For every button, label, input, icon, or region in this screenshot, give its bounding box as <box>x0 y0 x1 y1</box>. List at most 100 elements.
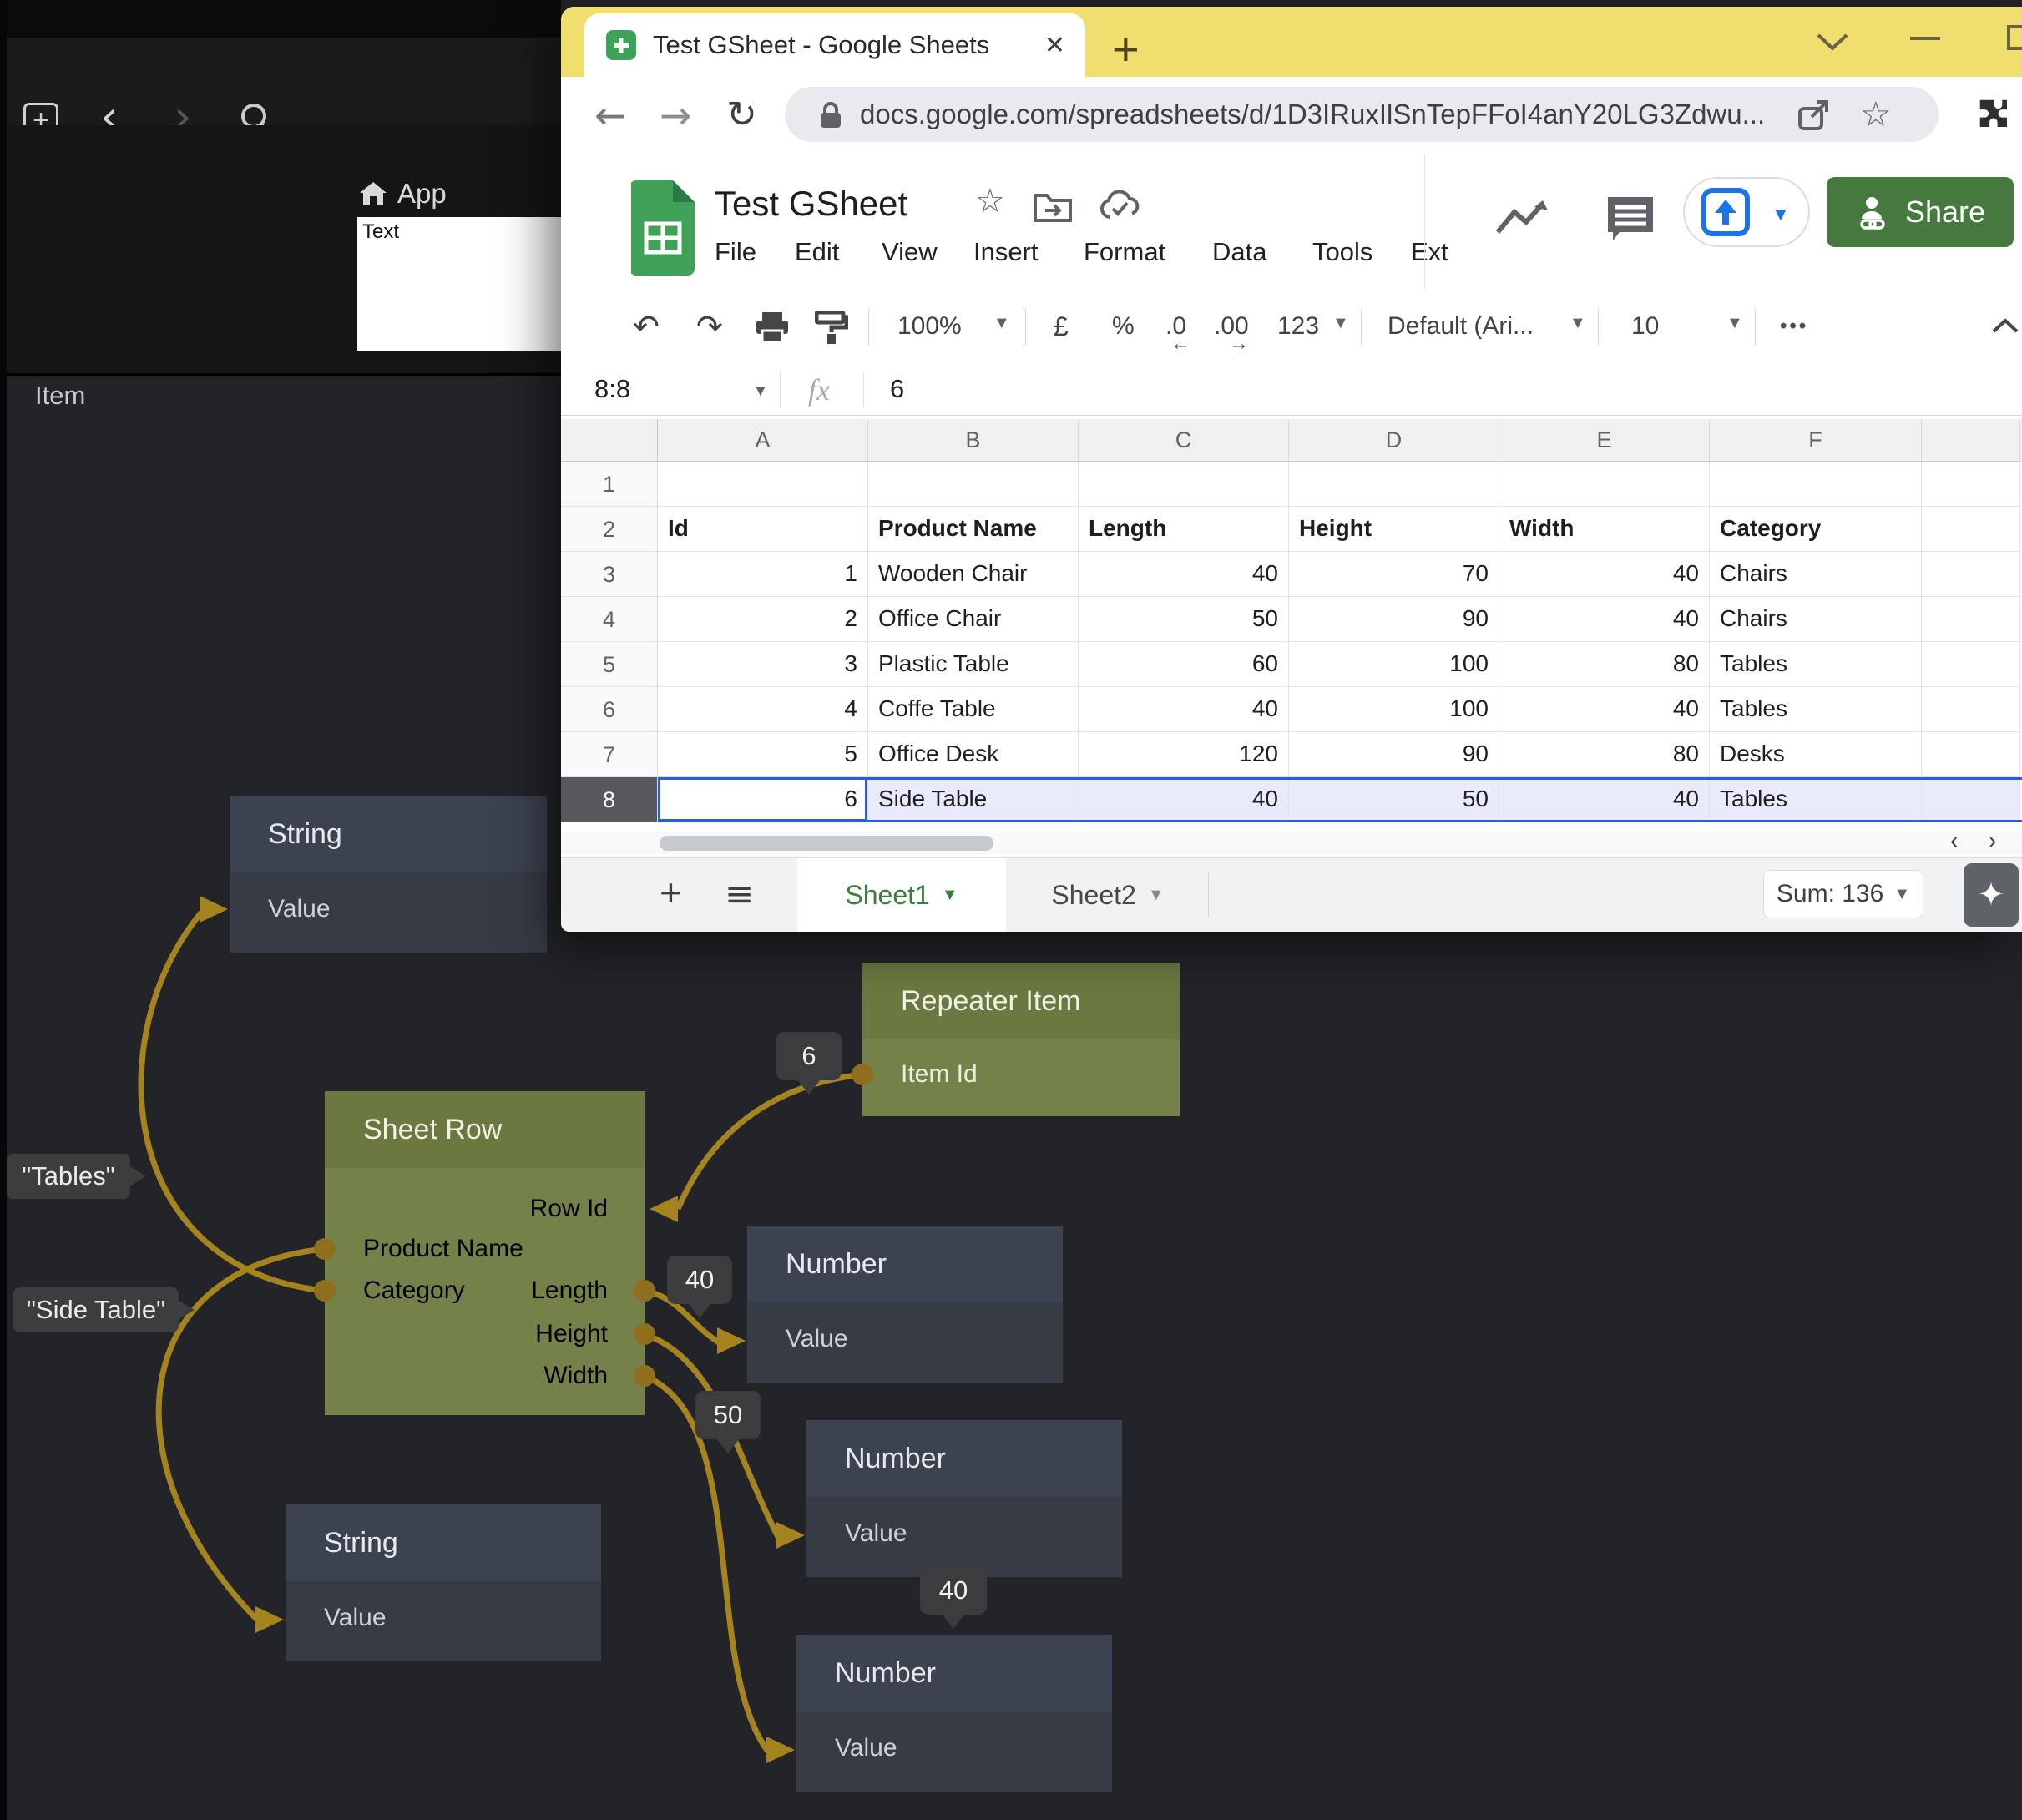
cell-E5[interactable]: 80 <box>1499 642 1710 687</box>
sheet-menu-caret-icon[interactable]: ▼ <box>1148 886 1165 905</box>
tab-close-icon[interactable]: ✕ <box>1044 31 1065 60</box>
port-length[interactable]: Length <box>531 1276 608 1306</box>
collapse-toolbar-icon[interactable] <box>1990 317 2020 334</box>
cell-F8[interactable]: Tables <box>1710 777 1922 822</box>
font-caret-icon[interactable]: ▼ <box>1570 314 1586 333</box>
port-value[interactable]: Value <box>268 894 331 924</box>
row-header-5[interactable]: 5 <box>561 642 658 687</box>
extensions-puzzle-icon[interactable] <box>1975 95 2012 132</box>
cell-F6[interactable]: Tables <box>1710 687 1922 732</box>
menu-extensions[interactable]: Ext <box>1411 237 1448 267</box>
cell-A6[interactable]: 4 <box>658 687 868 732</box>
node-string-1[interactable]: String Value <box>230 796 547 953</box>
format-percent-button[interactable]: % <box>1112 304 1135 349</box>
undo-icon[interactable]: ↶ <box>633 304 660 349</box>
cell-F2[interactable]: Category <box>1710 507 1922 552</box>
cell-D1[interactable] <box>1289 462 1499 507</box>
cell-D5[interactable]: 100 <box>1289 642 1499 687</box>
print-icon[interactable] <box>755 311 790 344</box>
bookmark-star-icon[interactable]: ☆ <box>1860 87 1892 142</box>
cell-B8[interactable]: Side Table <box>868 777 1079 822</box>
number-format-caret-icon[interactable]: ▼ <box>1332 314 1349 333</box>
cell-E4[interactable]: 40 <box>1499 597 1710 642</box>
cell-B6[interactable]: Coffe Table <box>868 687 1079 732</box>
cell-D3[interactable]: 70 <box>1289 552 1499 597</box>
port-row-id[interactable]: Row Id <box>530 1194 608 1224</box>
row-header-8[interactable]: 8 <box>561 777 658 822</box>
cell-C1[interactable] <box>1079 462 1289 507</box>
cell-G1[interactable] <box>1922 462 2020 507</box>
cell-D7[interactable]: 90 <box>1289 732 1499 777</box>
cell-G6[interactable] <box>1922 687 2020 732</box>
menu-view[interactable]: View <box>882 237 938 267</box>
cell-E2[interactable]: Width <box>1499 507 1710 552</box>
cell-C8[interactable]: 40 <box>1079 777 1289 822</box>
cell-E3[interactable]: 40 <box>1499 552 1710 597</box>
sheet-menu-caret-icon[interactable]: ▼ <box>942 886 958 905</box>
cell-B4[interactable]: Office Chair <box>868 597 1079 642</box>
grid-corner[interactable] <box>561 419 658 462</box>
browser-forward-icon[interactable]: → <box>660 77 692 154</box>
port-dot[interactable] <box>314 1280 336 1302</box>
cell-G8[interactable] <box>1922 777 2020 822</box>
row-header-7[interactable]: 7 <box>561 732 658 777</box>
present-dropdown-icon[interactable]: ▼ <box>1772 204 1790 225</box>
row-header-4[interactable]: 4 <box>561 597 658 642</box>
cell-C2[interactable]: Length <box>1079 507 1289 552</box>
horizontal-scrollbar[interactable]: ‹ › <box>561 832 2022 854</box>
explore-sparkle-icon[interactable]: ✦ <box>1964 863 2019 927</box>
node-sheet-row[interactable]: Sheet Row Row Id Product Name Category L… <box>325 1091 645 1415</box>
more-toolbar-icon[interactable]: ••• <box>1780 304 1808 349</box>
cell-B7[interactable]: Office Desk <box>868 732 1079 777</box>
share-page-icon[interactable] <box>1797 99 1830 132</box>
formula-input[interactable]: 6 <box>890 374 904 404</box>
window-minimize-icon[interactable] <box>1910 37 1940 40</box>
font-size-select[interactable]: 10 <box>1631 304 1659 349</box>
cell-G2[interactable] <box>1922 507 2020 552</box>
insights-icon[interactable] <box>1494 199 1549 239</box>
port-category[interactable]: Category <box>363 1276 465 1306</box>
cell-A5[interactable]: 3 <box>658 642 868 687</box>
cell-E8[interactable]: 40 <box>1499 777 1710 822</box>
font-size-caret-icon[interactable]: ▼ <box>1726 314 1743 333</box>
row-header-2[interactable]: 2 <box>561 507 658 552</box>
cell-A3[interactable]: 1 <box>658 552 868 597</box>
window-maximize-icon[interactable] <box>2007 25 2022 50</box>
node-number-2[interactable]: Number Value <box>806 1420 1122 1577</box>
port-item-id[interactable]: Item Id <box>901 1059 978 1089</box>
cell-C4[interactable]: 50 <box>1079 597 1289 642</box>
node-number-3[interactable]: Number Value <box>796 1635 1112 1792</box>
star-document-icon[interactable]: ☆ <box>975 182 1005 220</box>
row-header-1[interactable]: 1 <box>561 462 658 507</box>
cell-G7[interactable] <box>1922 732 2020 777</box>
menu-edit[interactable]: Edit <box>795 237 839 267</box>
cell-F4[interactable]: Chairs <box>1710 597 1922 642</box>
cell-D8[interactable]: 50 <box>1289 777 1499 822</box>
cell-F7[interactable]: Desks <box>1710 732 1922 777</box>
sheet-tab-sheet1[interactable]: Sheet1 ▼ <box>797 858 1006 932</box>
cell-B2[interactable]: Product Name <box>868 507 1079 552</box>
port-dot[interactable] <box>634 1280 655 1302</box>
port-dot[interactable] <box>634 1323 655 1345</box>
paint-format-icon[interactable] <box>815 311 848 346</box>
format-currency-button[interactable]: £ <box>1054 304 1069 349</box>
cell-A2[interactable]: Id <box>658 507 868 552</box>
cell-D4[interactable]: 90 <box>1289 597 1499 642</box>
port-value[interactable]: Value <box>835 1733 897 1763</box>
wire-item-id-to-row-id[interactable] <box>678 1074 862 1209</box>
all-sheets-icon[interactable]: ≡ <box>725 873 754 914</box>
node-string-2[interactable]: String Value <box>286 1504 601 1661</box>
browser-back-icon[interactable]: ← <box>594 77 627 154</box>
node-repeater-item[interactable]: Repeater Item Item Id <box>862 963 1180 1116</box>
cell-D2[interactable]: Height <box>1289 507 1499 552</box>
port-dot[interactable] <box>852 1064 873 1085</box>
browser-tab[interactable]: Test GSheet - Google Sheets ✕ <box>584 13 1085 77</box>
cell-F3[interactable]: Chairs <box>1710 552 1922 597</box>
font-select[interactable]: Default (Ari... <box>1388 304 1534 349</box>
scrollbar-thumb[interactable] <box>660 836 993 851</box>
cell-A1[interactable] <box>658 462 868 507</box>
menu-format[interactable]: Format <box>1084 237 1165 267</box>
zoom-caret-icon[interactable]: ▼ <box>993 314 1010 333</box>
cell-C6[interactable]: 40 <box>1079 687 1289 732</box>
port-value[interactable]: Value <box>324 1603 387 1633</box>
